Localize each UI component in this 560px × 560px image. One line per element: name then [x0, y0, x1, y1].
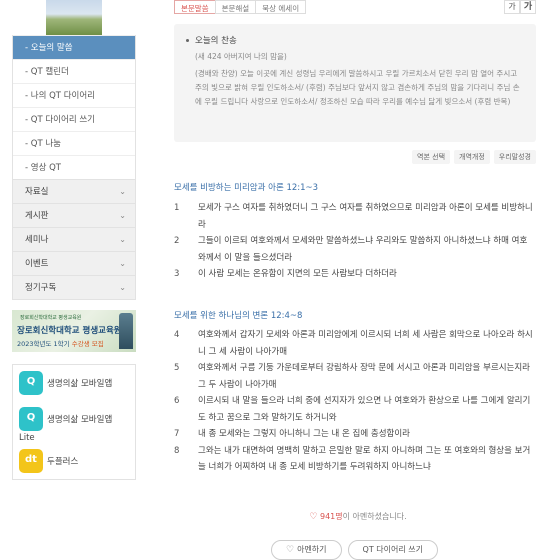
- hymn-subtitle: (새 424 아버지여 나의 맘을): [195, 52, 287, 61]
- verse: 7내 종 모세와는 그렇지 아니하니 그는 내 온 집에 충성함이라: [174, 429, 410, 439]
- amen-count: ♡ 941명이 아멘하셨습니다.: [309, 512, 407, 522]
- app-icon-teal: Q: [19, 407, 43, 431]
- font-size-controls: 가 가: [504, 0, 536, 14]
- app-link-mobile[interactable]: Q 생명의삶 모바일앱: [13, 365, 135, 401]
- menu-item-subscription[interactable]: 정기구독 ⌄: [12, 276, 136, 300]
- tower-icon: [119, 313, 133, 349]
- submenu-item-qt-calendar[interactable]: - QT 캘린더: [13, 59, 135, 83]
- submenu-item-video-qt[interactable]: - 영상 QT: [13, 155, 135, 179]
- version-woorimal-button[interactable]: 우리말성경: [493, 150, 536, 164]
- app-link-mobile-lite[interactable]: Q 생명의삶 모바일앱 Lite: [13, 401, 135, 443]
- hymn-lyrics: (경배와 찬양) 오늘 이곳에 계신 성령님 우리에게 말씀하시고 우릴 가르치…: [195, 69, 520, 106]
- version-nkrv-button[interactable]: 개역개정: [454, 150, 490, 164]
- verse: 3이 사람 모세는 온유함이 지면의 모든 사람보다 더하더라: [174, 269, 397, 279]
- menu-item-board[interactable]: 게시판 ⌄: [12, 204, 136, 228]
- main-content: 본문말씀 본문해설 묵상 에세이 가 가 오늘의 찬송 (새 424 아버지여 …: [168, 0, 548, 560]
- write-diary-button[interactable]: QT 다이어리 쓰기: [347, 540, 438, 560]
- verse: 8 그와는 내가 대면하여 명백히 말하고 은밀한 말로 하지 아니하며 그는 또…: [174, 445, 531, 473]
- version-select-button[interactable]: 역본 선택: [412, 150, 451, 164]
- sidebar: - 오늘의 말씀 - QT 캘린더 - 나의 QT 다이어리 - QT 다이어리…: [12, 0, 136, 560]
- hymn-box: 오늘의 찬송 (새 424 아버지여 나의 맘을) (경배와 찬양) 오늘 이곳…: [174, 24, 536, 142]
- seminary-banner[interactable]: 장로회신학대학교 평생교육원 장로회신학대학교 평생교육원 2023학년도 1학…: [12, 310, 136, 352]
- menu-item-archive[interactable]: 자료실 ⌄: [12, 180, 136, 204]
- verse-list: 4 여호와께서 갑자기 모세와 아론과 미리암에게 이르시되 너희 세 사람은 회…: [174, 327, 534, 476]
- chevron-down-icon: ⌄: [119, 187, 126, 196]
- submenu-item-write-qt-diary[interactable]: - QT 다이어리 쓰기: [13, 107, 135, 131]
- submenu-item-qt-sharing[interactable]: - QT 나눔: [13, 131, 135, 155]
- amen-button[interactable]: ♡ 아멘하기: [271, 540, 342, 560]
- heart-icon: ♡: [286, 545, 295, 555]
- menu-item-seminar[interactable]: 세미나 ⌄: [12, 228, 136, 252]
- bullet-icon: [186, 39, 189, 42]
- verse: 2 그들이 이르되 여호와께서 모세와만 말씀하셨느냐 우리와도 말씀하지 아니하…: [174, 236, 528, 263]
- main-menu: 자료실 ⌄ 게시판 ⌄ 세미나 ⌄ 이벤트 ⌄ 정기구독 ⌄: [12, 180, 136, 300]
- app-link-dplus[interactable]: dt 두플러스: [13, 443, 135, 479]
- chevron-down-icon: ⌄: [119, 235, 126, 244]
- chevron-down-icon: ⌄: [119, 211, 126, 220]
- landscape-image: [46, 0, 102, 35]
- tab-commentary[interactable]: 본문해설: [214, 0, 256, 14]
- banner-title: 장로회신학대학교 평생교육원: [17, 326, 122, 336]
- font-larger-button[interactable]: 가: [520, 0, 536, 14]
- chevron-down-icon: ⌄: [119, 259, 126, 268]
- verse: 4 여호와께서 갑자기 모세와 아론과 미리암에게 이르시되 너희 세 사람은 회…: [174, 330, 533, 357]
- font-smaller-button[interactable]: 가: [504, 0, 520, 14]
- heart-icon: ♡: [309, 512, 318, 522]
- section-title: 모세를 비방하는 미리암과 아론 12:1~3: [174, 183, 319, 193]
- verse: 5 여호와께서 구름 기둥 가운데로부터 강림하사 장막 문에 서시고 아론과 미…: [174, 363, 531, 390]
- bible-version-selector: 역본 선택 개역개정 우리말성경: [412, 150, 536, 164]
- menu-item-event[interactable]: 이벤트 ⌄: [12, 252, 136, 276]
- app-links: Q 생명의삶 모바일앱 Q 생명의삶 모바일앱 Lite dt 두플러스: [12, 364, 136, 480]
- submenu-item-my-qt-diary[interactable]: - 나의 QT 다이어리: [13, 83, 135, 107]
- qt-submenu: - 오늘의 말씀 - QT 캘린더 - 나의 QT 다이어리 - QT 다이어리…: [12, 35, 136, 180]
- sidebar-thumbnail: [12, 0, 136, 35]
- content-tabs: 본문말씀 본문해설 묵상 에세이: [174, 0, 307, 14]
- app-icon-yellow: dt: [19, 449, 43, 473]
- section-title: 모세를 위한 하나님의 변론 12:4~8: [174, 311, 303, 321]
- verse: 6 이르시되 내 말을 들으라 너희 중에 선지자가 있으면 나 여호와가 환상으…: [174, 396, 531, 423]
- submenu-item-todays-word[interactable]: - 오늘의 말씀: [13, 35, 135, 59]
- chevron-down-icon: ⌄: [119, 283, 126, 292]
- banner-logo-text: 장로회신학대학교 평생교육원: [20, 315, 82, 321]
- app-icon-teal: Q: [19, 371, 43, 395]
- tab-meditation-essay[interactable]: 묵상 에세이: [255, 0, 307, 14]
- verse: 1 모세가 구스 여자를 취하였더니 그 구스 여자를 취하였으므로 미리암과 아…: [174, 203, 533, 230]
- verse-list: 1 모세가 구스 여자를 취하였더니 그 구스 여자를 취하였으므로 미리암과 아…: [174, 200, 534, 283]
- hymn-title: 오늘의 찬송: [186, 34, 524, 46]
- banner-subtitle: 2023학년도 1학기 수강생 모집: [17, 340, 104, 348]
- tab-scripture[interactable]: 본문말씀: [174, 0, 215, 14]
- action-buttons: ♡ 아멘하기 QT 다이어리 쓰기: [271, 540, 438, 560]
